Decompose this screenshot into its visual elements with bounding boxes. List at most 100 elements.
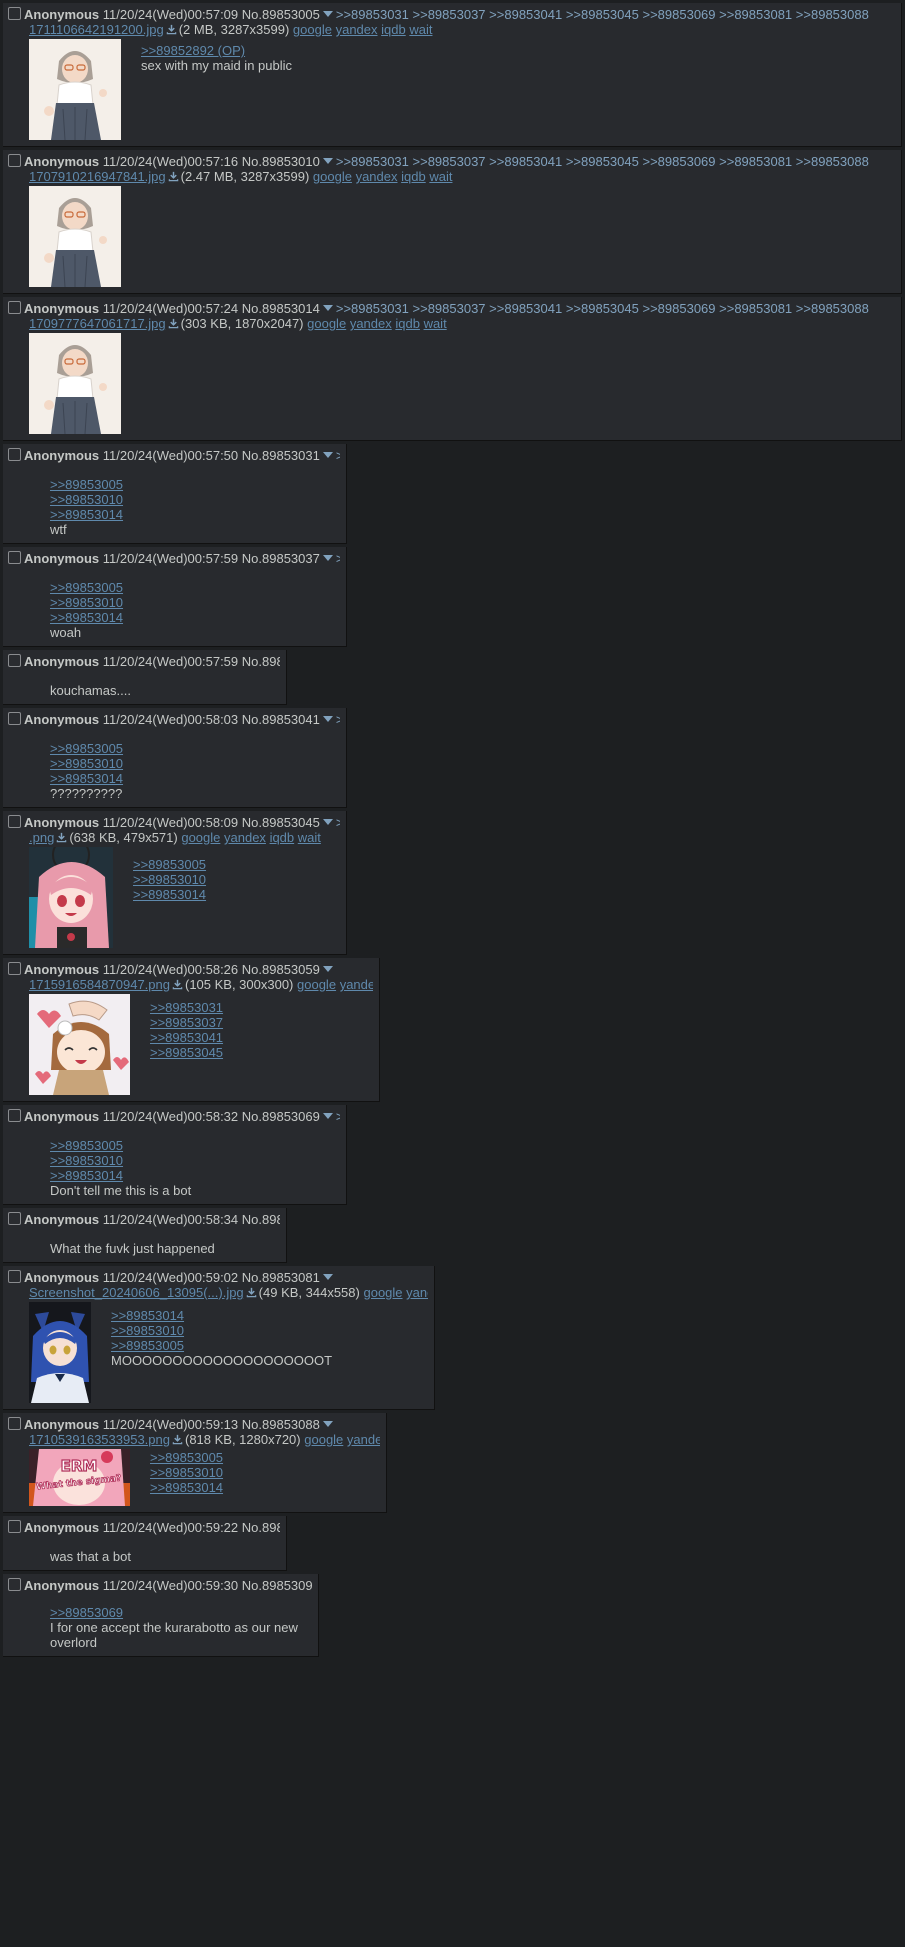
search-link-yandex[interactable]: yandex bbox=[406, 1285, 428, 1300]
search-link-google[interactable]: google bbox=[293, 22, 332, 37]
checkbox-icon[interactable] bbox=[8, 1578, 21, 1591]
thumbnail-image[interactable] bbox=[29, 39, 121, 140]
backlink[interactable]: >>89853099 bbox=[336, 1109, 340, 1124]
thumbnail-image[interactable] bbox=[29, 994, 130, 1095]
post-number[interactable]: No.89853069 bbox=[242, 1109, 320, 1124]
download-icon[interactable] bbox=[168, 318, 179, 329]
quote-link[interactable]: >>89853014 bbox=[50, 1168, 191, 1183]
download-icon[interactable] bbox=[172, 1434, 183, 1445]
backlink[interactable]: >>89853037 bbox=[413, 7, 486, 22]
checkbox-icon[interactable] bbox=[8, 1212, 21, 1225]
backlink[interactable]: >>89853031 bbox=[336, 301, 409, 316]
search-link-google[interactable]: google bbox=[181, 830, 220, 845]
search-link-yandex[interactable]: yandex bbox=[336, 22, 378, 37]
file-name-link[interactable]: .png bbox=[29, 830, 54, 845]
post-number[interactable]: No.89853010 bbox=[242, 154, 320, 169]
quote-link[interactable]: >>89853037 bbox=[150, 1015, 223, 1030]
checkbox-icon[interactable] bbox=[8, 1270, 21, 1283]
checkbox-icon[interactable] bbox=[8, 654, 21, 667]
post-number[interactable]: No.89853088 bbox=[242, 1417, 320, 1432]
backlink[interactable]: >>89853081 bbox=[719, 154, 792, 169]
quote-link[interactable]: >>89853014 bbox=[50, 771, 123, 786]
backlink[interactable]: >>89853069 bbox=[642, 7, 715, 22]
download-icon[interactable] bbox=[246, 1287, 257, 1298]
thumbnail-image[interactable] bbox=[29, 186, 121, 287]
caret-down-icon[interactable] bbox=[322, 305, 333, 311]
download-icon[interactable] bbox=[168, 171, 179, 182]
search-link-yandex[interactable]: yandex bbox=[356, 169, 398, 184]
post-number[interactable]: No.89853038 bbox=[242, 654, 280, 669]
quote-link[interactable]: >>89853014 bbox=[133, 887, 206, 902]
backlink[interactable]: >>89853059 bbox=[336, 448, 340, 463]
caret-down-icon[interactable] bbox=[322, 11, 333, 17]
quote-link[interactable]: >>89853014 bbox=[150, 1480, 223, 1495]
quote-link[interactable]: >>89853045 bbox=[150, 1045, 223, 1060]
quote-link[interactable]: >>89853014 bbox=[50, 507, 123, 522]
search-link-iqdb[interactable]: iqdb bbox=[395, 316, 420, 331]
search-link-yandex[interactable]: yandex bbox=[224, 830, 266, 845]
post-number[interactable]: No.89853031 bbox=[242, 448, 320, 463]
backlink[interactable]: >>89853088 bbox=[796, 301, 869, 316]
quote-link[interactable]: >>89853005 bbox=[150, 1450, 223, 1465]
quote-link[interactable]: >>89853005 bbox=[50, 580, 123, 595]
download-icon[interactable] bbox=[56, 832, 67, 843]
caret-down-icon[interactable] bbox=[322, 555, 333, 561]
search-link-wait[interactable]: wait bbox=[298, 830, 321, 845]
backlink[interactable]: >>89853041 bbox=[489, 7, 562, 22]
backlink[interactable]: >>89853045 bbox=[566, 301, 639, 316]
checkbox-icon[interactable] bbox=[8, 301, 21, 314]
backlink[interactable]: >>89853069 bbox=[642, 301, 715, 316]
post-number[interactable]: No.89853041 bbox=[242, 712, 320, 727]
backlink[interactable]: >>89853088 bbox=[796, 154, 869, 169]
search-link-iqdb[interactable]: iqdb bbox=[381, 22, 406, 37]
thumbnail-image[interactable] bbox=[29, 847, 113, 948]
backlink[interactable]: >>89853041 bbox=[489, 154, 562, 169]
quote-link[interactable]: >>89853010 bbox=[50, 595, 123, 610]
quote-link[interactable]: >>89853010 bbox=[150, 1465, 223, 1480]
download-icon[interactable] bbox=[172, 979, 183, 990]
search-link-google[interactable]: google bbox=[304, 1432, 343, 1447]
backlink[interactable]: >>89853069 bbox=[642, 154, 715, 169]
backlink[interactable]: >>89853045 bbox=[566, 7, 639, 22]
quote-link[interactable]: >>89853010 bbox=[50, 1153, 191, 1168]
backlink[interactable]: >>89853088 bbox=[796, 7, 869, 22]
backlink[interactable]: >>89853081 bbox=[719, 301, 792, 316]
quote-link[interactable]: >>89853005 bbox=[111, 1338, 332, 1353]
quote-link[interactable]: >>89853010 bbox=[50, 492, 123, 507]
thumbnail-image[interactable] bbox=[29, 333, 121, 434]
file-name-link[interactable]: 1711106642191200.jpg bbox=[29, 22, 164, 37]
backlink[interactable]: >>89853081 bbox=[719, 7, 792, 22]
backlink[interactable]: >>89853045 bbox=[566, 154, 639, 169]
thumbnail-image[interactable]: ERM What the sigma? bbox=[29, 1449, 130, 1506]
post-number[interactable]: No.89853059 bbox=[242, 962, 320, 977]
search-link-wait[interactable]: wait bbox=[409, 22, 432, 37]
download-icon[interactable] bbox=[166, 24, 177, 35]
search-link-yandex[interactable]: yandex bbox=[340, 977, 373, 992]
post-number[interactable]: No.89853099 bbox=[242, 1578, 312, 1593]
checkbox-icon[interactable] bbox=[8, 712, 21, 725]
backlink[interactable]: >>89853031 bbox=[336, 154, 409, 169]
backlink[interactable]: >>89853031 bbox=[336, 7, 409, 22]
checkbox-icon[interactable] bbox=[8, 448, 21, 461]
backlink[interactable]: >>89853059 bbox=[336, 815, 340, 830]
checkbox-icon[interactable] bbox=[8, 1417, 21, 1430]
quote-link[interactable]: >>89853010 bbox=[50, 756, 123, 771]
quote-link[interactable]: >>89852892 (OP) bbox=[141, 43, 292, 58]
caret-down-icon[interactable] bbox=[322, 1274, 333, 1280]
search-link-google[interactable]: google bbox=[363, 1285, 402, 1300]
checkbox-icon[interactable] bbox=[8, 815, 21, 828]
caret-down-icon[interactable] bbox=[322, 452, 333, 458]
quote-link[interactable]: >>89853005 bbox=[50, 741, 123, 756]
search-link-google[interactable]: google bbox=[313, 169, 352, 184]
checkbox-icon[interactable] bbox=[8, 962, 21, 975]
checkbox-icon[interactable] bbox=[8, 1109, 21, 1122]
caret-down-icon[interactable] bbox=[322, 966, 333, 972]
backlink[interactable]: >>89853037 bbox=[413, 154, 486, 169]
quote-link[interactable]: >>89853014 bbox=[111, 1308, 332, 1323]
caret-down-icon[interactable] bbox=[322, 158, 333, 164]
search-link-yandex[interactable]: yandex bbox=[350, 316, 392, 331]
checkbox-icon[interactable] bbox=[8, 7, 21, 20]
post-number[interactable]: No.89853091 bbox=[242, 1520, 280, 1535]
file-name-link[interactable]: 1715916584870947.png bbox=[29, 977, 170, 992]
quote-link[interactable]: >>89853031 bbox=[150, 1000, 223, 1015]
